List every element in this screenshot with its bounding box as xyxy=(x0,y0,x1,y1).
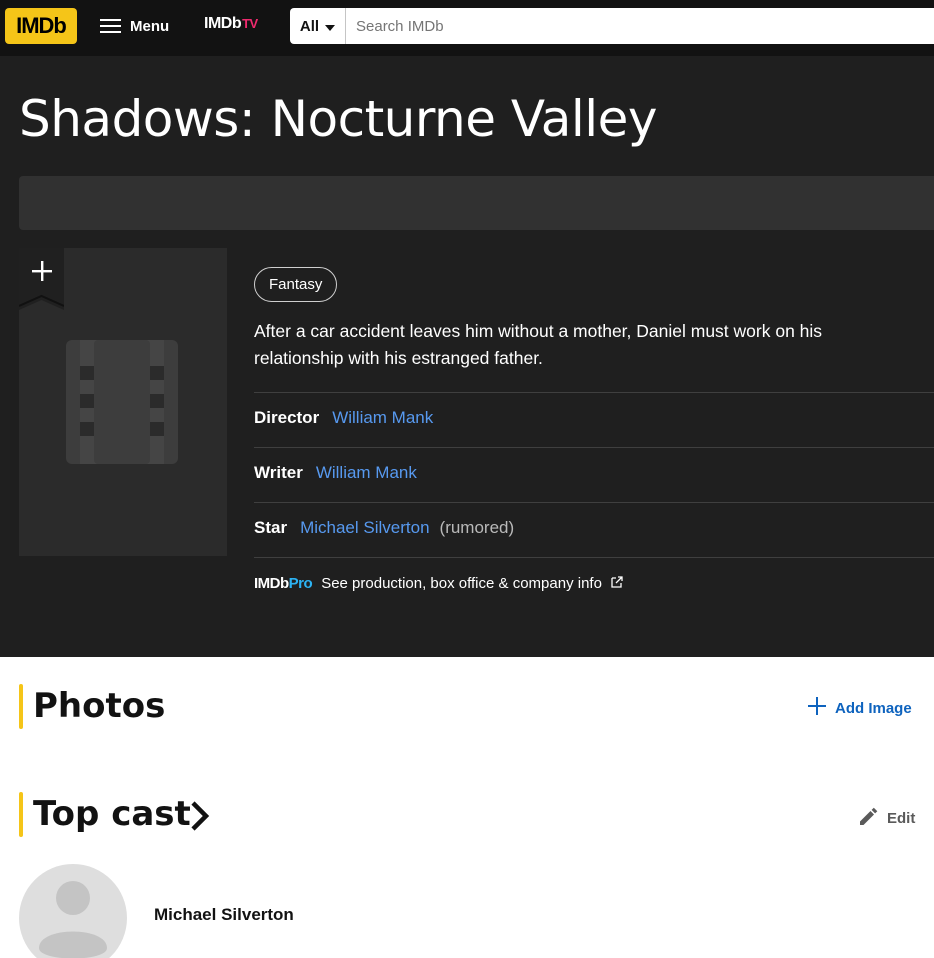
external-link-icon xyxy=(611,575,623,592)
film-reel-icon xyxy=(66,340,178,469)
divider xyxy=(254,392,934,393)
credit-name-link[interactable]: Michael Silverton xyxy=(300,518,429,538)
imdbtv-main: IMDb xyxy=(204,15,242,32)
edit-cast-button[interactable]: Edit xyxy=(858,805,915,831)
pencil-icon xyxy=(858,805,880,831)
menu-label: Menu xyxy=(130,17,170,35)
genre-chip[interactable]: Fantasy xyxy=(254,267,338,302)
media-placeholder-bar xyxy=(19,176,934,230)
imdbpro-link[interactable]: IMDbPro See production, box office & com… xyxy=(254,575,623,592)
section-accent-bar xyxy=(19,684,23,729)
credit-role: Writer xyxy=(254,463,303,482)
chevron-right-icon[interactable] xyxy=(190,800,210,837)
imdbpro-logo-pro: Pro xyxy=(288,575,313,592)
credit-note: (rumored) xyxy=(439,518,515,537)
credit-star: Star Michael Silverton (rumored) xyxy=(254,518,514,538)
plus-icon xyxy=(31,260,53,287)
imdbpro-logo: IMDbPro xyxy=(254,575,313,592)
credit-role: Star xyxy=(254,518,288,537)
credit-role: Director xyxy=(254,408,320,427)
credit-name-link[interactable]: William Mank xyxy=(332,408,433,428)
add-image-button[interactable]: Add Image xyxy=(808,697,912,719)
plot-summary: After a car accident leaves him without … xyxy=(254,321,823,368)
hamburger-icon xyxy=(100,19,121,33)
add-to-watchlist-ribbon[interactable] xyxy=(18,248,65,312)
credit-name-link[interactable]: William Mank xyxy=(316,463,417,483)
imdb-logo[interactable]: IMDb xyxy=(5,8,77,44)
search-category-select[interactable]: All xyxy=(290,8,346,44)
edit-label: Edit xyxy=(887,809,916,827)
imdbpro-text: See production, box office & company inf… xyxy=(321,575,602,592)
top-cast-heading[interactable]: Top cast xyxy=(33,794,191,834)
plus-icon xyxy=(808,697,826,719)
imdbtv-tv: TV xyxy=(242,16,258,31)
search-bar: All xyxy=(290,8,934,44)
section-accent-bar xyxy=(19,792,23,837)
caret-down-icon xyxy=(325,18,336,35)
divider xyxy=(254,502,934,503)
top-nav: IMDb Menu IMDb TV All xyxy=(0,0,934,56)
page-title: Shadows: Nocturne Valley xyxy=(19,90,657,148)
menu-button[interactable]: Menu xyxy=(96,10,173,42)
cast-member-name[interactable]: Michael Silverton xyxy=(154,905,294,925)
imdbtv-link[interactable]: IMDb TV xyxy=(204,15,258,37)
avatar[interactable] xyxy=(19,864,127,958)
divider xyxy=(254,447,934,448)
credit-director: Director William Mank xyxy=(254,408,433,428)
add-image-label: Add Image xyxy=(835,699,912,717)
search-category-label: All xyxy=(299,17,320,35)
search-input[interactable] xyxy=(346,8,934,44)
credit-writer: Writer William Mank xyxy=(254,463,417,483)
title-hero: Shadows: Nocturne Valley Fantasy After a… xyxy=(0,56,934,657)
divider xyxy=(254,557,934,558)
photos-heading: Photos xyxy=(33,686,166,726)
imdbpro-logo-main: IMDb xyxy=(254,575,289,592)
